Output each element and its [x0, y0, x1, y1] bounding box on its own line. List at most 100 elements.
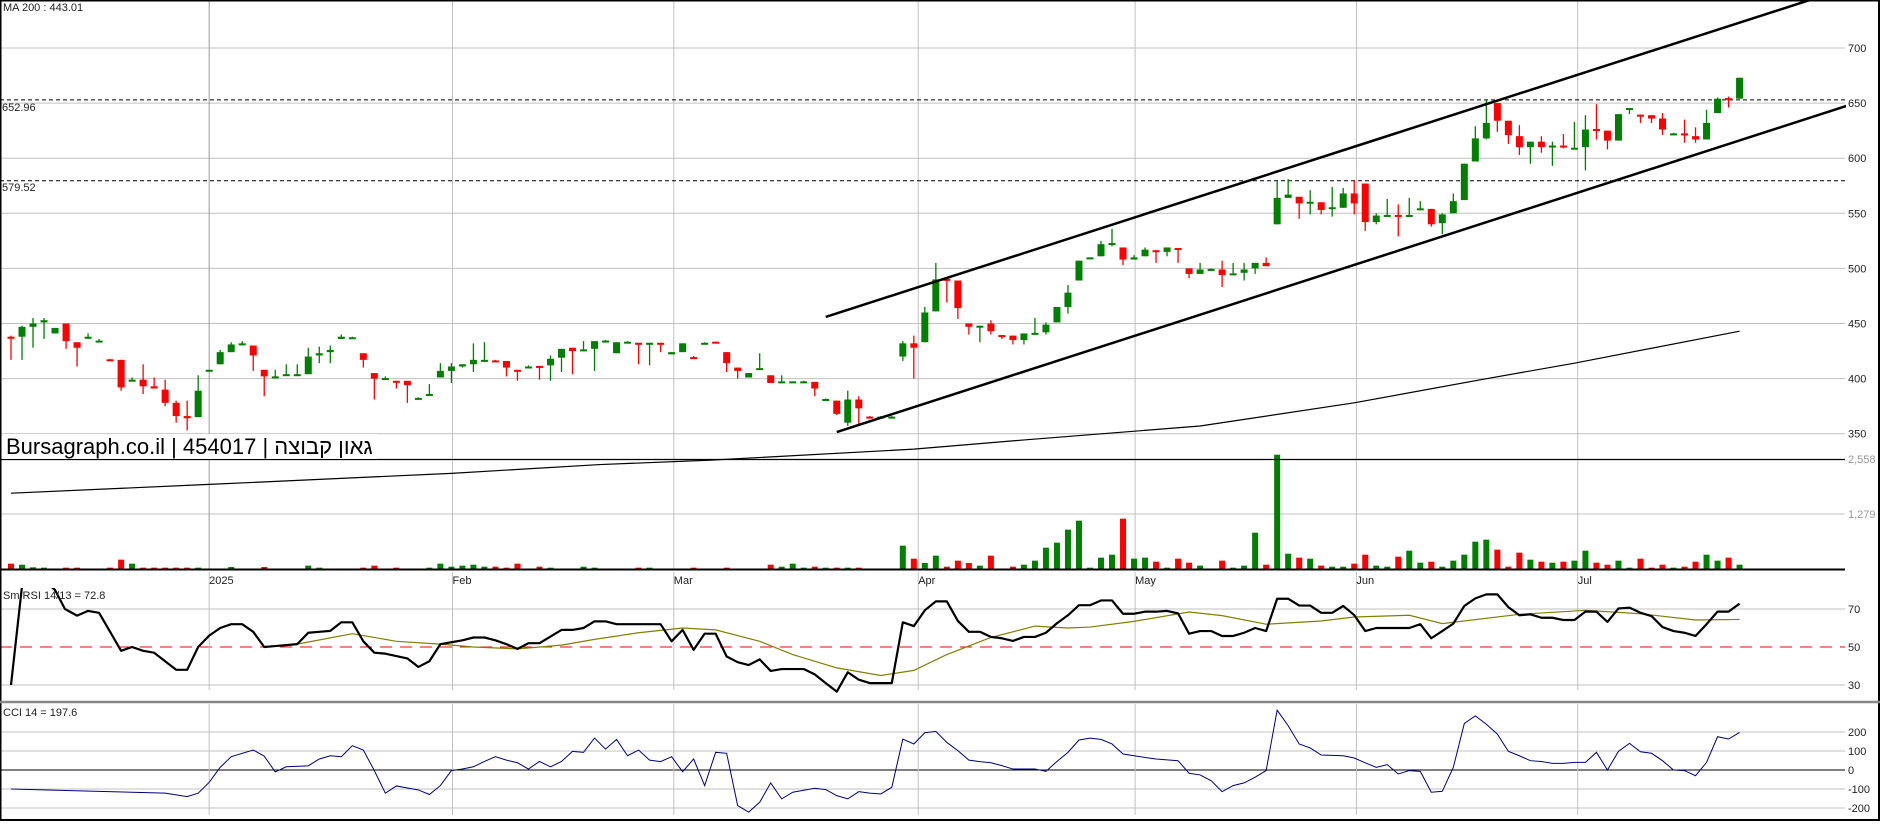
candle [392, 380, 400, 389]
volume-bar [1538, 561, 1545, 569]
candle [998, 335, 1006, 339]
volume-bars [8, 454, 1743, 569]
candle [1581, 115, 1589, 171]
candle [1670, 132, 1678, 136]
volume-bar [1725, 557, 1732, 569]
candle-body [1229, 273, 1237, 276]
candle [943, 278, 951, 303]
candle [1405, 197, 1413, 217]
candle-body [1141, 249, 1149, 257]
candle [139, 364, 147, 395]
candle-body [18, 326, 26, 337]
candle-body [326, 349, 334, 353]
candle [1570, 121, 1578, 150]
candle-body [51, 327, 59, 334]
candle [348, 336, 356, 340]
candle [1449, 193, 1457, 214]
candle-body [1449, 201, 1457, 214]
candle-body [1262, 262, 1270, 267]
candle-body [249, 345, 257, 356]
cci-tick-label: 0 [1848, 765, 1854, 777]
candle [106, 358, 114, 362]
candle [1736, 77, 1744, 99]
candle-body [624, 341, 632, 344]
candle-body [260, 369, 268, 377]
candle [1119, 247, 1127, 266]
candle-body [657, 342, 665, 345]
volume-bar [1020, 564, 1027, 569]
candle-body [117, 359, 125, 388]
candle-body [822, 398, 830, 401]
cci-line [10, 708, 1740, 813]
candle [51, 327, 59, 334]
volume-bar [1450, 560, 1457, 569]
candle-body [1097, 244, 1105, 257]
candle-body [359, 353, 367, 360]
candle-body [833, 400, 841, 414]
candle [1174, 248, 1182, 263]
candle-body [238, 343, 246, 346]
candle [1251, 262, 1259, 274]
rsi-legend: Sm.RSI 14/13 = 72.8 [3, 590, 106, 602]
candle [1548, 141, 1556, 166]
candle-body [646, 342, 654, 345]
candle [161, 379, 169, 407]
candle [1130, 255, 1138, 260]
candle [932, 262, 940, 312]
candle-body [1295, 196, 1303, 204]
volume-bar [1736, 564, 1743, 569]
candle-body [535, 365, 543, 368]
candle-body [491, 360, 499, 363]
candle [844, 390, 852, 426]
candle-body [1317, 202, 1325, 210]
candle-body [1438, 214, 1446, 224]
volume-bar [965, 562, 972, 569]
candle-body [1240, 269, 1248, 273]
candle-body [987, 323, 995, 332]
candle [899, 341, 907, 361]
candle [1471, 126, 1479, 162]
candle [1427, 208, 1435, 227]
candle-body [965, 323, 973, 327]
candle-body [1152, 250, 1160, 253]
candle [800, 380, 808, 384]
candle [1306, 190, 1314, 215]
candle [734, 367, 742, 379]
candle [172, 400, 180, 423]
candle [921, 306, 929, 343]
candle [513, 369, 521, 381]
volume-bar [910, 558, 917, 569]
rsi-panel [9, 588, 1741, 693]
candle [1086, 257, 1094, 260]
candle [976, 325, 984, 343]
candle-body [150, 386, 158, 389]
candle [1592, 104, 1600, 140]
frame [0, 0, 1880, 821]
volume-bar [1494, 549, 1501, 569]
candle-body [1075, 260, 1083, 281]
candle-body [635, 342, 643, 345]
candle [1053, 306, 1061, 323]
candle [756, 353, 764, 371]
candle-body [1405, 214, 1413, 217]
candle [1317, 202, 1325, 215]
candle-body [1714, 98, 1722, 114]
candle-body [1559, 145, 1567, 148]
candle [1559, 133, 1567, 149]
candle [1152, 250, 1160, 263]
volume-bar [1714, 560, 1721, 569]
candle-body [1670, 133, 1678, 136]
cci-panel [10, 708, 1740, 813]
candle-body [425, 394, 433, 397]
volume-bar [1042, 547, 1049, 569]
volume-bar [1064, 529, 1071, 569]
candle [811, 381, 819, 397]
candle [62, 323, 70, 349]
volume-bar [1571, 560, 1578, 569]
candle [381, 376, 389, 381]
cci-tick-label: -200 [1848, 803, 1870, 815]
volume-bar [1219, 560, 1226, 569]
candle [1714, 97, 1722, 114]
volume-bar [1053, 542, 1060, 569]
volume-bar [1472, 541, 1479, 569]
